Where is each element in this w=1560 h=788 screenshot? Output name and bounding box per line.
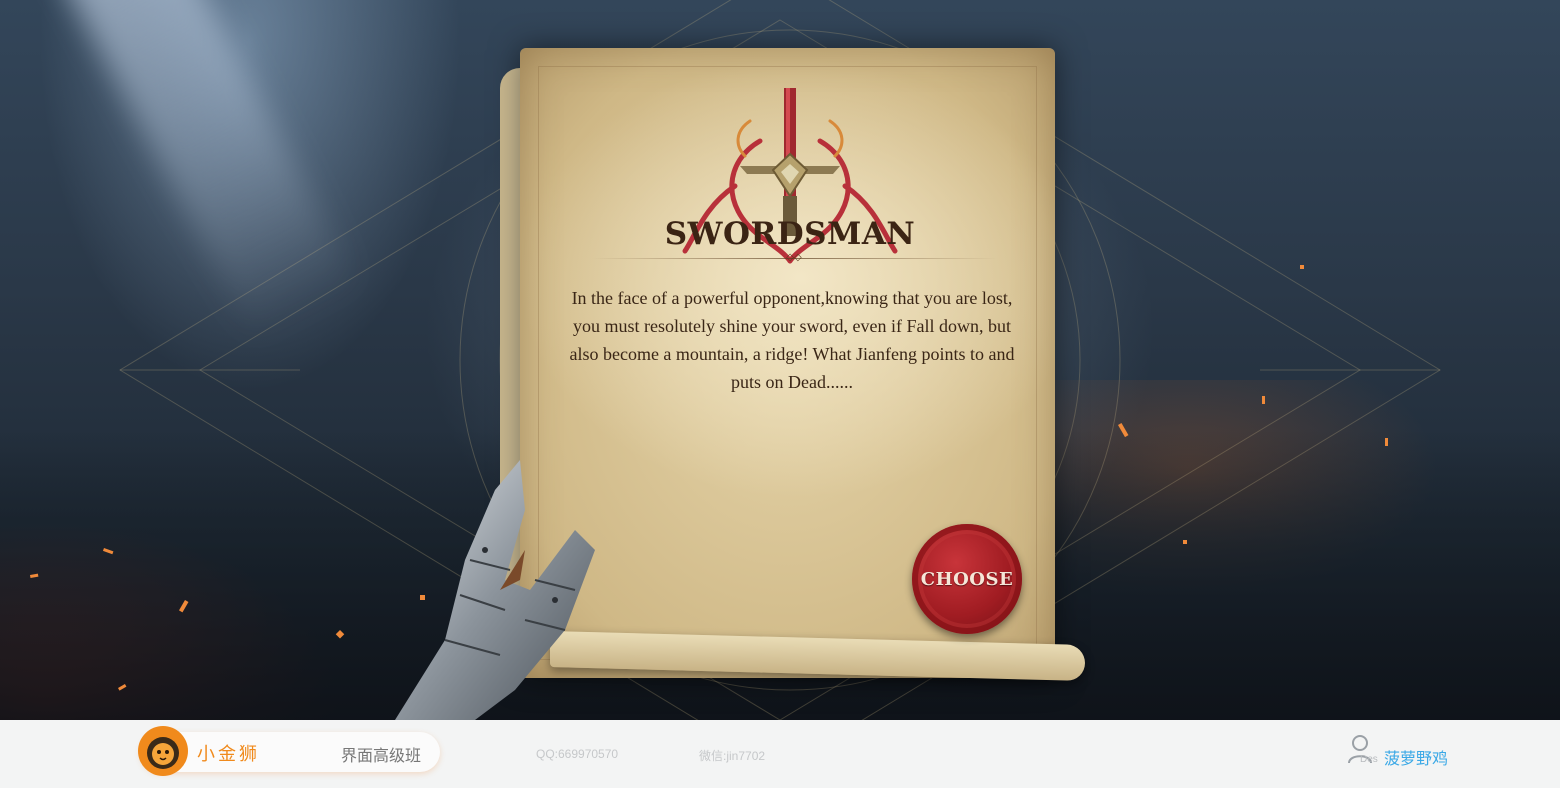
author-name[interactable]: 菠萝野鸡 (1384, 745, 1448, 769)
choose-button-label: CHOOSE (920, 568, 1014, 590)
divider-ornament-icon: ◇◇ (786, 252, 802, 263)
footer-bar: 小金狮 界面高级班 QQ:669970570 微信:jin7702 Des 菠萝… (0, 720, 1560, 788)
contact-qq: QQ:669970570 (536, 747, 619, 761)
contact-wechat: 微信:jin7702 (699, 749, 766, 763)
class-title: SWORDSMAN (664, 216, 916, 252)
choose-button[interactable]: CHOOSE (912, 524, 1022, 634)
brand-name: 小金狮 (197, 744, 260, 765)
gauntlet-hand (395, 460, 595, 720)
lion-logo-icon (138, 726, 188, 776)
course-name: 界面高级班 (341, 746, 422, 765)
class-description: In the face of a powerful opponent,knowi… (569, 288, 1015, 392)
user-tag: Des (1360, 754, 1378, 765)
